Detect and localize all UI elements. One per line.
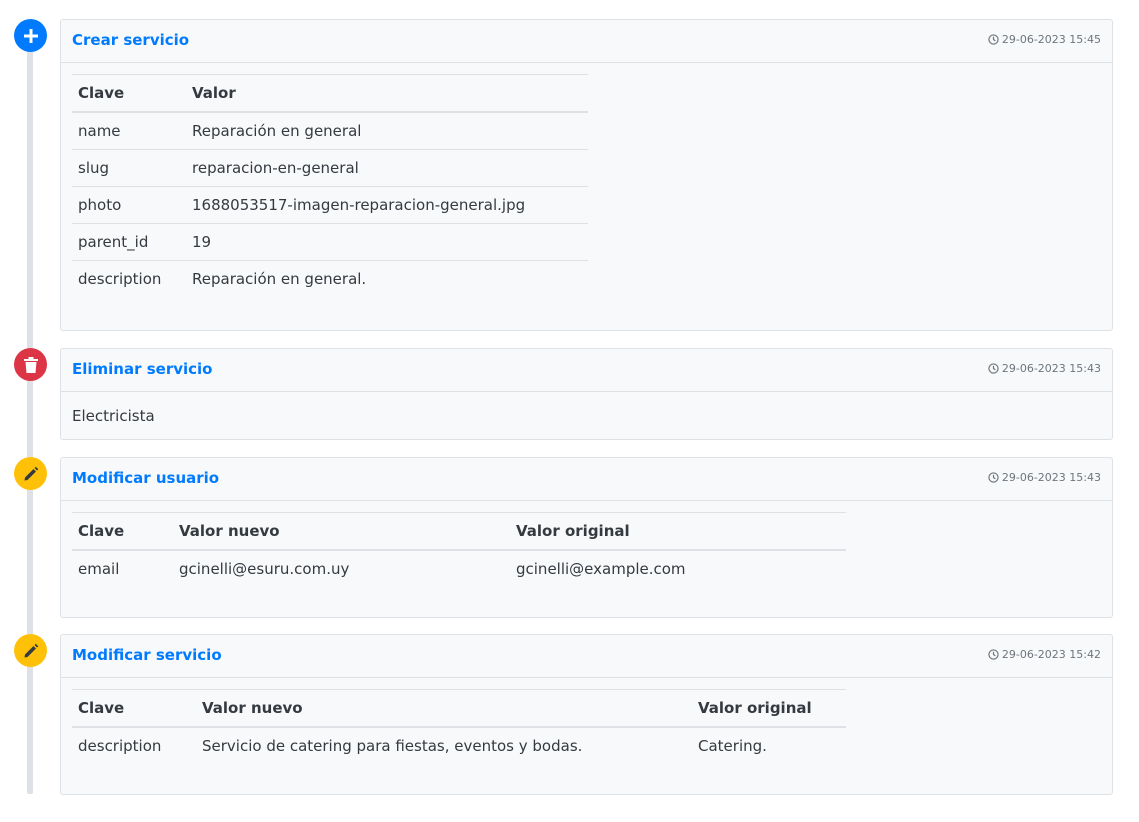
value-cell: Reparación en general. (186, 260, 588, 297)
log-entry-modify-user: Modificar usuario 29-06-2023 15:43 Clave… (60, 457, 1113, 618)
entry-title[interactable]: Modificar usuario (72, 469, 219, 487)
column-header: Clave (72, 74, 186, 113)
card-body: Clave Valor nuevo Valor original descrip… (61, 678, 1112, 775)
deleted-item-name: Electricista (72, 407, 155, 425)
card-body: Electricista (61, 392, 1112, 440)
log-entry-create-service: Crear servicio 29-06-2023 15:45 Clave Va… (60, 19, 1113, 331)
changes-table: Clave Valor name Reparación en general s… (72, 74, 588, 297)
column-header: Valor nuevo (196, 689, 692, 728)
log-entry-modify-service: Modificar servicio 29-06-2023 15:42 Clav… (60, 634, 1113, 795)
card-header: Eliminar servicio 29-06-2023 15:43 (61, 349, 1112, 392)
column-header: Valor nuevo (173, 512, 510, 551)
column-header: Valor original (692, 689, 846, 728)
entry-timestamp: 29-06-2023 15:42 (988, 648, 1101, 661)
original-value-cell: Catering. (698, 737, 767, 755)
column-header: Valor original (510, 512, 846, 551)
key-cell: parent_id (72, 223, 186, 261)
clock-icon (988, 649, 999, 660)
key-cell: email (78, 560, 120, 578)
value-cell: 19 (186, 223, 588, 261)
plus-icon (14, 19, 47, 52)
table-row: photo 1688053517-imagen-reparacion-gener… (72, 186, 588, 224)
card-header: Crear servicio 29-06-2023 15:45 (61, 20, 1112, 63)
entry-timestamp: 29-06-2023 15:43 (988, 362, 1101, 375)
log-entry-delete-service: Eliminar servicio 29-06-2023 15:43 Elect… (60, 348, 1113, 440)
entry-title[interactable]: Modificar servicio (72, 646, 222, 664)
table-row: description Reparación en general. (72, 260, 588, 297)
card-body: Clave Valor nuevo Valor original email g… (61, 501, 1112, 598)
table-row: parent_id 19 (72, 223, 588, 261)
changes-table: Clave Valor nuevo Valor original descrip… (72, 689, 846, 764)
clock-icon (988, 34, 999, 45)
clock-icon (988, 472, 999, 483)
table-row: name Reparación en general (72, 112, 588, 150)
entry-timestamp: 29-06-2023 15:45 (988, 33, 1101, 46)
key-cell: name (78, 122, 121, 140)
entry-title[interactable]: Crear servicio (72, 31, 189, 49)
table-row: slug reparacion-en-general (72, 149, 588, 187)
column-header: Valor (186, 74, 588, 113)
value-cell: Reparación en general (192, 122, 362, 140)
entry-title[interactable]: Eliminar servicio (72, 360, 212, 378)
new-value-cell: gcinelli@esuru.com.uy (179, 560, 350, 578)
card-body: Clave Valor name Reparación en general s… (61, 63, 1112, 308)
key-cell: description (78, 737, 162, 755)
key-cell: description (72, 260, 186, 297)
pencil-icon (14, 634, 47, 667)
key-cell: photo (72, 186, 186, 224)
new-value-cell: Servicio de catering para fiestas, event… (202, 737, 583, 755)
timeline-line (27, 36, 33, 794)
original-value-cell: gcinelli@example.com (516, 560, 686, 578)
value-cell: reparacion-en-general (186, 149, 588, 187)
column-header: Clave (72, 512, 173, 551)
column-header: Clave (72, 689, 196, 728)
table-row: email gcinelli@esuru.com.uy gcinelli@exa… (72, 550, 846, 587)
trash-icon (14, 348, 47, 381)
table-row: description Servicio de catering para fi… (72, 727, 846, 764)
changes-table: Clave Valor nuevo Valor original email g… (72, 512, 846, 587)
card-header: Modificar servicio 29-06-2023 15:42 (61, 635, 1112, 678)
activity-timeline: Crear servicio 29-06-2023 15:45 Clave Va… (0, 0, 1139, 822)
pencil-icon (14, 457, 47, 490)
entry-timestamp: 29-06-2023 15:43 (988, 471, 1101, 484)
clock-icon (988, 363, 999, 374)
value-cell: 1688053517-imagen-reparacion-general.jpg (186, 186, 588, 224)
card-header: Modificar usuario 29-06-2023 15:43 (61, 458, 1112, 501)
key-cell: slug (72, 149, 186, 187)
